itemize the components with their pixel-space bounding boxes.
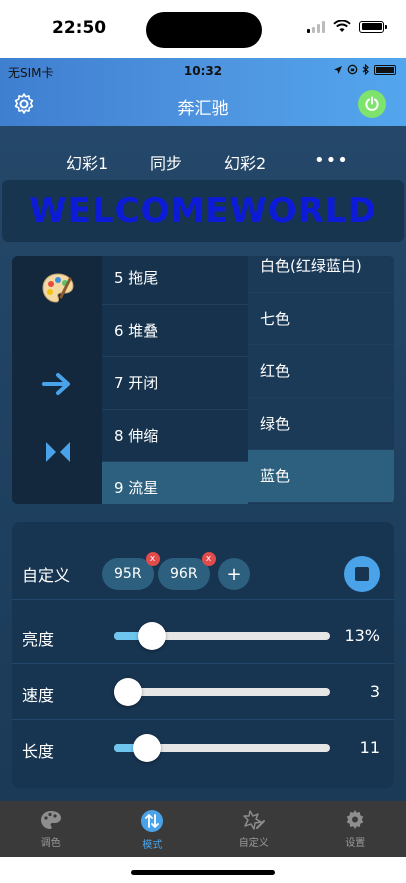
custom-chip-95r[interactable]: 95R x [102, 552, 160, 590]
remove-chip-icon[interactable]: x [145, 552, 160, 566]
battery-icon [359, 20, 387, 33]
tab-tongbu[interactable]: 同步 [150, 150, 182, 174]
length-value: 11 [359, 738, 380, 757]
inner-battery-icon [374, 64, 396, 75]
gear-icon [346, 810, 364, 829]
stop-button[interactable] [344, 556, 380, 592]
speed-value: 3 [369, 682, 380, 701]
color-item[interactable]: 绿色 [248, 398, 394, 450]
led-preview-banner: WELCOMEWORLD [2, 180, 404, 242]
home-indicator[interactable] [131, 870, 275, 875]
os-status-bar: 22:50 [0, 0, 406, 58]
custom-label: 自定义 [22, 566, 71, 585]
tabbar-item-custom[interactable]: 自定义 [203, 801, 305, 857]
tab-huancai2[interactable]: 幻彩2 [224, 150, 266, 174]
color-item[interactable]: 七色 [248, 293, 394, 345]
slider-thumb[interactable] [133, 734, 161, 762]
arrow-right-icon[interactable] [40, 366, 76, 402]
add-custom-button[interactable]: + [218, 558, 250, 590]
palette-icon[interactable] [40, 270, 76, 306]
effect-tabs: 幻彩1 同步 幻彩2 ••• [0, 150, 406, 174]
dynamic-island [146, 12, 262, 48]
banner-text: WELCOMEWORLD [29, 191, 377, 231]
brightness-label: 亮度 [22, 630, 55, 649]
tab-huancai1[interactable]: 幻彩1 [66, 150, 108, 174]
os-status-icons [307, 20, 387, 33]
speed-label: 速度 [22, 686, 55, 705]
color-item[interactable]: 白色(红绿蓝白) [248, 256, 394, 293]
mode-item[interactable]: 5 拖尾 [102, 256, 248, 305]
lock-rotation-icon [347, 64, 358, 75]
bottom-tab-bar: 调色 模式 自定义 设置 [0, 801, 406, 857]
color-item-selected[interactable]: 蓝色 [248, 450, 394, 503]
mode-selection-card: 5 拖尾 6 堆叠 7 开闭 8 伸缩 9 流星 白色(红绿蓝白) 七色 红色 … [12, 256, 394, 504]
length-label: 长度 [22, 742, 55, 761]
location-icon [334, 65, 342, 74]
mode-icon-column [12, 256, 102, 504]
custom-row: 自定义 95R x 96R x + [12, 544, 394, 600]
palette-icon [40, 811, 61, 829]
power-icon [365, 96, 379, 111]
tabbar-item-mode[interactable]: 模式 [102, 801, 204, 857]
power-button[interactable] [358, 90, 386, 118]
home-indicator-area [0, 857, 406, 883]
remove-chip-icon[interactable]: x [201, 552, 216, 566]
length-slider[interactable] [114, 734, 330, 762]
app-title: 奔汇驰 [177, 99, 229, 119]
brightness-slider[interactable] [114, 622, 330, 650]
app-header: 无SIM卡 10:32 奔汇驰 [0, 58, 406, 126]
more-tabs-button[interactable]: ••• [314, 150, 349, 171]
inner-status-icons [333, 64, 396, 75]
os-time: 22:50 [52, 18, 107, 38]
custom-chip-96r[interactable]: 96R x [158, 552, 216, 590]
brightness-value: 13% [344, 626, 380, 645]
color-list: 白色(红绿蓝白) 七色 红色 绿色 蓝色 [248, 256, 394, 504]
slider-thumb[interactable] [138, 622, 166, 650]
tabbar-item-settings[interactable]: 设置 [305, 801, 406, 857]
wifi-icon [333, 20, 351, 32]
converge-arrows-icon[interactable] [40, 434, 76, 470]
main-content: 幻彩1 同步 幻彩2 ••• WELCOMEWORLD 5 拖尾 6 堆叠 7 … [0, 126, 406, 801]
mode-list: 5 拖尾 6 堆叠 7 开闭 8 伸缩 9 流星 [102, 256, 248, 504]
mode-swap-icon [141, 810, 164, 832]
inner-status-bar: 无SIM卡 10:32 [0, 62, 406, 82]
speed-slider[interactable] [114, 678, 330, 706]
mode-item[interactable]: 7 开闭 [102, 357, 248, 410]
settings-card: 自定义 95R x 96R x + 亮度 13% 速度 3 长度 11 [12, 522, 394, 788]
mode-item-selected[interactable]: 9 流星 [102, 462, 248, 504]
bluetooth-icon [362, 64, 369, 75]
stop-icon [355, 567, 369, 581]
mode-item[interactable]: 6 堆叠 [102, 305, 248, 357]
slider-thumb[interactable] [114, 678, 142, 706]
speed-row: 速度 3 [12, 664, 394, 720]
brightness-row: 亮度 13% [12, 608, 394, 664]
tabbar-item-palette[interactable]: 调色 [0, 801, 102, 857]
length-row: 长度 11 [12, 720, 394, 776]
color-item[interactable]: 红色 [248, 345, 394, 398]
cellular-signal-icon [307, 20, 325, 33]
mode-item[interactable]: 8 伸缩 [102, 410, 248, 462]
edit-shape-icon [243, 810, 265, 830]
